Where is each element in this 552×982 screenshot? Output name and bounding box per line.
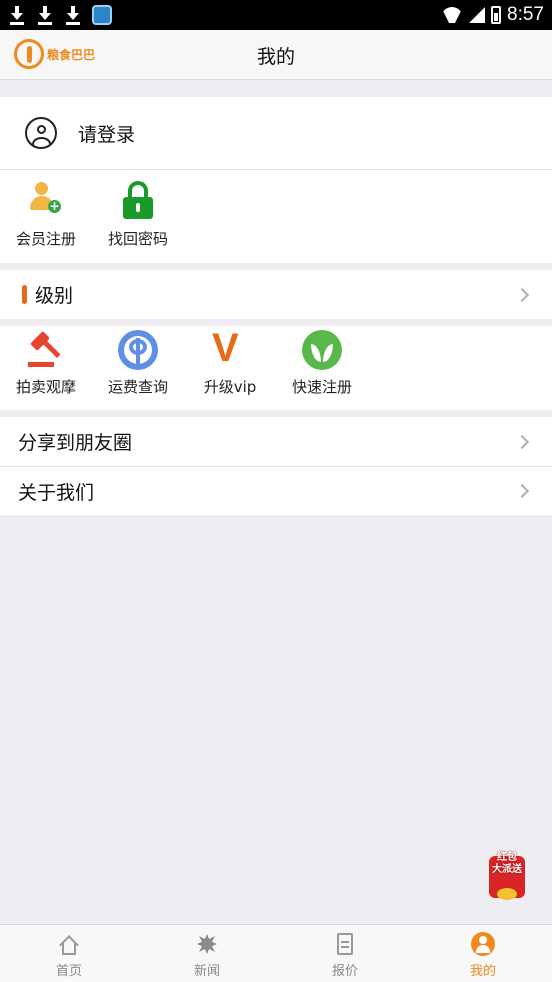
vip-icon: V xyxy=(212,326,239,370)
gavel-icon xyxy=(26,330,66,370)
news-icon xyxy=(195,932,219,956)
status-time: 8:57 xyxy=(507,4,544,25)
tab-news-label: 新闻 xyxy=(193,964,220,979)
level-marker xyxy=(22,285,27,304)
app-notification-icon xyxy=(92,5,112,25)
auction-watch-button[interactable]: 拍卖观摩 xyxy=(0,326,92,410)
red-packet-line2: 大派送 xyxy=(492,864,522,875)
tab-mine[interactable]: 我的 xyxy=(414,925,552,982)
freight-query-button[interactable]: 运费查询 xyxy=(92,326,184,410)
unlock-icon xyxy=(120,180,156,220)
share-moments-row[interactable]: 分享到朋友圈 xyxy=(0,417,552,466)
metro-icon xyxy=(118,330,158,370)
status-bar: 8:57 xyxy=(0,0,552,30)
about-us-label: 关于我们 xyxy=(18,481,95,504)
system-indicators: 8:57 xyxy=(441,4,544,26)
battery-icon xyxy=(491,6,502,24)
download-icon xyxy=(8,5,26,25)
share-moments-label: 分享到朋友圈 xyxy=(18,432,133,454)
quick-actions: + 会员注册 找回密码 xyxy=(0,170,552,249)
red-packet-text: 红包 大派送 xyxy=(483,852,531,876)
red-packet-line1: 红包 xyxy=(497,852,517,863)
title-bar: 粮食巴巴 我的 xyxy=(0,30,552,80)
home-icon xyxy=(57,932,81,956)
freight-query-label: 运费查询 xyxy=(107,378,168,396)
chevron-right-icon xyxy=(514,483,530,499)
level-row[interactable]: 级别 xyxy=(0,270,552,319)
tab-home[interactable]: 首页 xyxy=(0,925,138,982)
signal-icon xyxy=(469,7,486,23)
upgrade-vip-button[interactable]: V 升级vip xyxy=(184,326,276,410)
red-packet-button[interactable]: 红包 大派送 xyxy=(483,850,531,904)
menu-list: 分享到朋友圈 关于我们 xyxy=(0,417,552,515)
about-us-row[interactable]: 关于我们 xyxy=(0,466,552,515)
level-label: 级别 xyxy=(35,285,74,307)
tab-news[interactable]: 新闻 xyxy=(138,925,276,982)
quick-register-button[interactable]: 快速注册 xyxy=(276,326,368,410)
login-row[interactable]: 请登录 xyxy=(0,97,552,170)
user-avatar-icon xyxy=(25,117,57,149)
tab-mine-label: 我的 xyxy=(469,964,496,979)
quick-register-label: 快速注册 xyxy=(291,378,352,396)
coin-icon xyxy=(497,888,517,900)
login-card: 请登录 + 会员注册 找回密码 xyxy=(0,97,552,263)
services-grid: 拍卖观摩 运费查询 V 升级vip 快速注册 xyxy=(0,326,552,410)
member-register-label: 会员注册 xyxy=(15,230,76,248)
bottom-tab-bar: 首页 新闻 报价 我的 xyxy=(0,924,552,982)
notification-icons xyxy=(8,5,112,25)
page-title: 我的 xyxy=(256,46,295,68)
tab-quotes-label: 报价 xyxy=(331,964,358,979)
chevron-right-icon xyxy=(514,434,530,449)
download-icon xyxy=(36,5,54,25)
chevron-right-icon xyxy=(514,287,530,302)
add-member-icon: + xyxy=(28,180,64,220)
auction-watch-label: 拍卖观摩 xyxy=(15,378,76,396)
document-icon xyxy=(333,932,357,956)
login-prompt: 请登录 xyxy=(78,123,136,146)
user-icon xyxy=(471,932,495,956)
recover-password-label: 找回密码 xyxy=(107,230,168,248)
download-icon xyxy=(64,5,82,25)
member-register-button[interactable]: + 会员注册 xyxy=(0,180,92,249)
leaf-icon xyxy=(302,330,342,370)
wifi-icon xyxy=(441,7,463,23)
recover-password-button[interactable]: 找回密码 xyxy=(92,180,184,249)
tab-home-label: 首页 xyxy=(55,964,82,979)
tab-quotes[interactable]: 报价 xyxy=(276,925,414,982)
upgrade-vip-label: 升级vip xyxy=(203,378,257,396)
